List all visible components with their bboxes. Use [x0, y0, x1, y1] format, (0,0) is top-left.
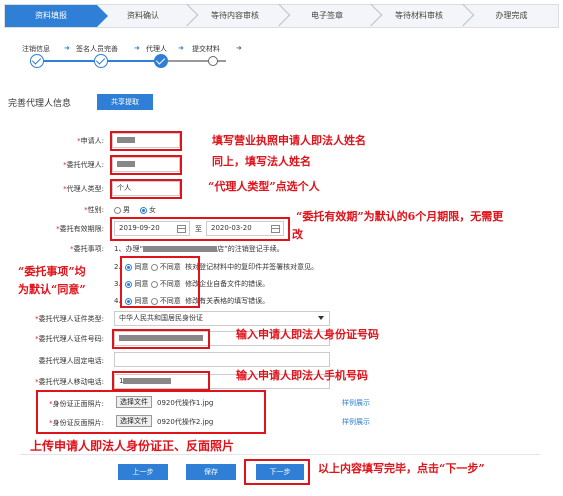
save-button[interactable]: 保存 — [186, 464, 236, 480]
step-label: 资料填报 — [35, 11, 67, 20]
highlight-box — [112, 329, 210, 349]
proxy-type-label: *代理人类型: — [63, 185, 104, 193]
step-material-review[interactable]: 等待材料审核 — [373, 3, 475, 27]
prev-button[interactable]: 上一步 — [118, 464, 168, 480]
highlight-box — [120, 256, 200, 308]
applicant-label: *申请人: — [77, 137, 104, 145]
step-label: 电子签章 — [311, 11, 343, 20]
step-content-review[interactable]: 等待内容审核 — [189, 3, 291, 27]
step-label: 等待内容审核 — [211, 11, 259, 20]
arrow-right-icon: ➜ — [64, 44, 70, 52]
matter-1: 1、办理“ 店”的注销登记手续。 — [114, 245, 284, 253]
step-confirm[interactable]: 资料确认 — [97, 3, 199, 27]
highlight-box — [110, 155, 182, 175]
step-complete[interactable]: 办理完成 — [465, 5, 558, 27]
radio-selected-icon — [140, 206, 147, 214]
annotation-proxy-type: “代理人类型”点选个人 — [208, 180, 320, 193]
divider — [20, 454, 540, 455]
annotation-validity: “委托有效期”为默认的6个月期限，无需更 — [296, 210, 504, 223]
validity-label: *委托有效期限: — [56, 225, 104, 233]
id-type-select[interactable]: 中华人民共和国居民身份证 — [114, 311, 330, 326]
arrow-right-icon: ➜ — [236, 44, 242, 52]
annotation-applicant: 填写营业执照申请人即法人姓名 — [212, 134, 366, 147]
highlight-box — [110, 217, 290, 241]
check-icon — [30, 54, 44, 68]
highlight-box — [110, 179, 182, 199]
substep-signers: 签名人员完善 — [76, 45, 118, 53]
annotation-next: 以上内容填写完毕，点击“下一步” — [318, 462, 485, 475]
annotation-mobile: 输入申请人即法人手机号码 — [236, 369, 368, 382]
pending-step-icon — [208, 56, 218, 66]
check-icon — [94, 54, 108, 68]
substep-submit: 提交材料 — [192, 45, 220, 53]
chevron-down-icon — [318, 316, 324, 320]
step-fill-info[interactable]: 资料填报 — [5, 5, 108, 27]
gender-label: *性别: — [84, 206, 104, 214]
gender-female-option[interactable]: 女 — [140, 205, 156, 215]
step-label: 等待材料审核 — [395, 11, 443, 20]
gender-male-option[interactable]: 男 — [114, 205, 130, 215]
step-e-signature[interactable]: 电子签章 — [281, 3, 383, 27]
arrow-right-icon: ➜ — [178, 44, 184, 52]
highlight-box — [244, 459, 310, 485]
annotation-proxy-name: 同上，填写法人姓名 — [212, 155, 311, 168]
highlight-box — [110, 131, 182, 151]
share-extract-button[interactable]: 共享提取 — [97, 94, 153, 110]
check-icon — [154, 54, 168, 68]
highlight-box — [112, 371, 210, 391]
example-front-link[interactable]: 样例展示 — [342, 398, 370, 408]
arrow-right-icon: ➜ — [134, 44, 140, 52]
mobile-label: *委托代理人移动电话: — [35, 378, 104, 386]
step-arrow-icon — [97, 5, 108, 27]
step-label: 资料确认 — [127, 11, 159, 20]
annotation-validity-cont: 改 — [292, 228, 303, 241]
annotation-matters-2: 为默认“同意” — [18, 283, 86, 296]
section-title: 完善代理人信息 — [8, 99, 72, 109]
substep-cancel-info: 注销信息 — [22, 45, 50, 53]
annotation-id-number: 输入申请人即法人身份证号码 — [236, 328, 379, 341]
substep-proxy: 代理人 — [146, 45, 167, 53]
phone-label: 委托代理人固定电话: — [38, 357, 104, 365]
annotation-matters-1: “委托事项”均 — [18, 265, 86, 278]
step-bar: 资料填报 资料确认 等待内容审核 电子签章 等待材料审核 办理完成 — [4, 3, 559, 28]
highlight-box — [36, 390, 266, 434]
proxy-name-label: *委托代理人: — [63, 161, 104, 169]
example-back-link[interactable]: 样例展示 — [342, 417, 370, 427]
radio-icon — [114, 206, 121, 214]
step-label: 办理完成 — [495, 11, 528, 20]
annotation-id-photos: 上传申请人即法人身份证正、反面照片 — [30, 439, 235, 453]
id-type-label: *委托代理人证件类型: — [35, 315, 104, 323]
id-number-label: *委托代理人证件号码: — [35, 335, 104, 343]
phone-input[interactable] — [114, 352, 330, 367]
matters-label: *委托事项: — [70, 245, 104, 253]
